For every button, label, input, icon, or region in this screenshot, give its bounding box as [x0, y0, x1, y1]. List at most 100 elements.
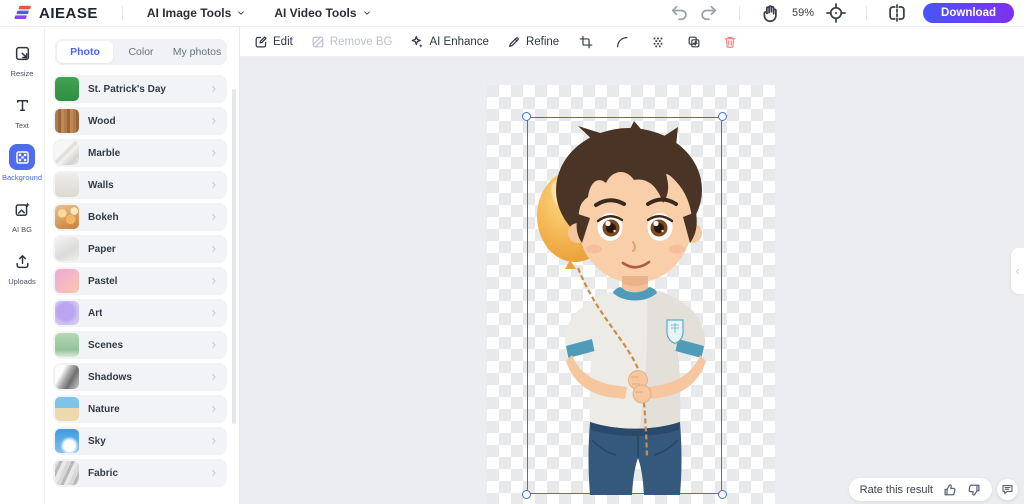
- nav-label: AI Video Tools: [274, 6, 357, 20]
- chevron-down-icon: [362, 8, 372, 18]
- dissolve-button[interactable]: [649, 33, 667, 51]
- category-marble[interactable]: Marble: [53, 139, 227, 167]
- category-label: St. Patrick's Day: [88, 83, 166, 95]
- sidebar-item-text[interactable]: Text: [9, 92, 35, 130]
- category-thumbnail: [55, 365, 79, 389]
- thumb-down-icon[interactable]: [966, 482, 981, 497]
- compare-icon[interactable]: [887, 3, 907, 23]
- chevron-right-icon: [209, 468, 219, 478]
- panel-scrollbar[interactable]: [232, 89, 236, 424]
- chevron-right-icon: [209, 308, 219, 318]
- chevron-right-icon: [209, 372, 219, 382]
- category-wood[interactable]: Wood: [53, 107, 227, 135]
- category-thumbnail: [55, 397, 79, 421]
- category-shadows[interactable]: Shadows: [53, 363, 227, 391]
- text-icon: [9, 92, 35, 118]
- category-paper[interactable]: Paper: [53, 235, 227, 263]
- category-label: Wood: [88, 115, 116, 127]
- category-fabric[interactable]: Fabric: [53, 459, 227, 487]
- duplicate-button[interactable]: [685, 33, 703, 51]
- app-window: AIEASE AI Image Tools AI Video Tools 59%…: [0, 0, 1024, 504]
- fit-view-icon[interactable]: [826, 3, 846, 23]
- category-thumbnail: [55, 269, 79, 293]
- category-thumbnail: [55, 333, 79, 357]
- sidebar-item-label: AI BG: [11, 225, 32, 234]
- category-label: Scenes: [88, 339, 124, 351]
- category-thumbnail: [55, 109, 79, 133]
- chevron-right-icon: [209, 436, 219, 446]
- delete-button[interactable]: [721, 33, 739, 51]
- category-thumbnail: [55, 77, 79, 101]
- arc-button[interactable]: [613, 33, 631, 51]
- category-bokeh[interactable]: Bokeh: [53, 203, 227, 231]
- zoom-level: 59%: [792, 7, 815, 19]
- sidebar-item-ai-bg[interactable]: AI BG: [9, 196, 35, 234]
- tab-color[interactable]: Color: [113, 41, 169, 63]
- selection-handle-top-left[interactable]: [522, 112, 531, 121]
- category-label: Art: [88, 307, 103, 319]
- selection-handle-bottom-left[interactable]: [522, 490, 531, 499]
- tool-label: AI Enhance: [429, 35, 489, 48]
- feedback-chat-button[interactable]: [997, 479, 1018, 500]
- category-label: Fabric: [88, 467, 119, 479]
- background-icon: [9, 144, 35, 170]
- chevron-left-icon: [1013, 267, 1022, 276]
- background-panel: Photo Color My photos St. Patrick's Day Woo…: [45, 27, 240, 504]
- category-label: Nature: [88, 403, 120, 415]
- sidebar: Resize Text Background AI BG Uploads: [0, 27, 45, 504]
- nav-ai-image-tools[interactable]: AI Image Tools: [133, 6, 260, 20]
- nav-label: AI Image Tools: [146, 6, 232, 20]
- chevron-right-icon: [209, 180, 219, 190]
- sidebar-item-label: Uploads: [8, 277, 36, 286]
- download-button[interactable]: Download: [923, 3, 1014, 23]
- tab-photo[interactable]: Photo: [57, 41, 113, 63]
- sidebar-item-resize[interactable]: Resize: [9, 40, 35, 78]
- thumb-up-icon[interactable]: [942, 482, 957, 497]
- panel-tabs: Photo Color My photos: [55, 39, 227, 65]
- subject-image-boy-with-balloon[interactable]: [528, 118, 723, 495]
- refine-button[interactable]: Refine: [507, 35, 559, 49]
- crop-button[interactable]: [577, 33, 595, 51]
- category-nature[interactable]: Nature: [53, 395, 227, 423]
- tab-my-photos[interactable]: My photos: [169, 41, 225, 63]
- logo[interactable]: AIEASE: [0, 4, 112, 22]
- sidebar-item-background[interactable]: Background: [2, 144, 42, 182]
- category-list: St. Patrick's Day Wood Marble Walls Bokeh Pap…: [45, 75, 239, 487]
- edit-button[interactable]: Edit: [254, 35, 293, 49]
- redo-icon[interactable]: [699, 3, 719, 23]
- upload-icon: [9, 248, 35, 274]
- right-panel-toggle[interactable]: [1011, 248, 1024, 294]
- tool-label: Refine: [525, 35, 560, 48]
- category-label: Shadows: [88, 371, 132, 383]
- tool-label: Remove BG: [329, 35, 393, 48]
- selection-box[interactable]: [522, 112, 727, 499]
- category-thumbnail: [55, 173, 79, 197]
- category-label: Sky: [88, 435, 106, 447]
- sidebar-item-uploads[interactable]: Uploads: [8, 248, 36, 286]
- pen-icon: [507, 35, 521, 49]
- category-art[interactable]: Art: [53, 299, 227, 327]
- selection-handle-bottom-right[interactable]: [718, 490, 727, 499]
- chat-icon: [1001, 483, 1014, 496]
- edit-icon: [254, 35, 268, 49]
- rate-label: Rate this result: [859, 483, 933, 496]
- aiease-logo-icon: [12, 4, 33, 22]
- category-sky[interactable]: Sky: [53, 427, 227, 455]
- ai-enhance-button[interactable]: AI Enhance: [410, 35, 489, 49]
- category-st-patricks[interactable]: St. Patrick's Day: [53, 75, 227, 103]
- hand-tool-icon[interactable]: [760, 3, 780, 23]
- ai-bg-icon: [9, 196, 35, 222]
- nav-ai-video-tools[interactable]: AI Video Tools: [260, 6, 385, 20]
- chevron-right-icon: [209, 276, 219, 286]
- chevron-right-icon: [209, 244, 219, 254]
- resize-icon: [9, 40, 35, 66]
- undo-icon[interactable]: [669, 3, 689, 23]
- category-pastel[interactable]: Pastel: [53, 267, 227, 295]
- category-thumbnail: [55, 461, 79, 485]
- category-walls[interactable]: Walls: [53, 171, 227, 199]
- selection-handle-top-right[interactable]: [718, 112, 727, 121]
- category-label: Paper: [88, 243, 116, 255]
- category-thumbnail: [55, 205, 79, 229]
- tool-label: Edit: [273, 35, 293, 48]
- category-scenes[interactable]: Scenes: [53, 331, 227, 359]
